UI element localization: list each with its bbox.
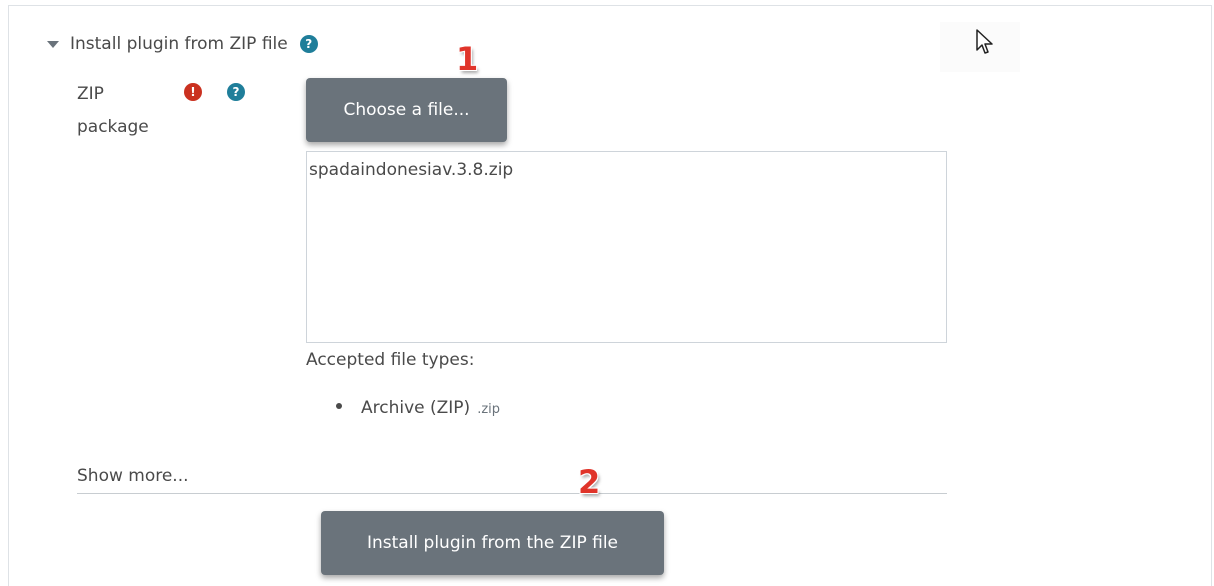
step-1-annotation: 1 <box>456 40 479 78</box>
section-title: Install plugin from ZIP file <box>70 34 288 54</box>
mouse-cursor-icon <box>976 29 993 54</box>
file-type-name: Archive (ZIP) <box>361 398 471 418</box>
selected-file-name[interactable]: spadaindonesiav.3.8.zip <box>309 160 946 180</box>
section-toggle-install-plugin[interactable]: Install plugin from ZIP file ? <box>47 31 318 57</box>
question-circle-icon[interactable]: ? <box>299 35 318 53</box>
accepted-types-label: Accepted file types: <box>306 350 475 370</box>
file-type-extension: .zip <box>477 402 501 417</box>
question-circle-icon[interactable]: ? <box>227 83 245 101</box>
step-2-annotation: 2 <box>578 463 601 501</box>
file-drop-area[interactable]: spadaindonesiav.3.8.zip <box>306 151 947 343</box>
show-more-link[interactable]: Show more... <box>77 466 189 486</box>
accepted-type-item: Archive (ZIP) .zip <box>336 398 500 418</box>
zip-package-label-text: ZIP package <box>77 84 149 137</box>
install-plugin-button[interactable]: Install plugin from the ZIP file <box>321 511 664 575</box>
bullet <box>336 403 342 409</box>
divider <box>77 493 947 494</box>
exclamation-circle-icon[interactable]: ! <box>184 83 202 101</box>
caret-down-icon <box>47 41 59 48</box>
choose-file-button[interactable]: Choose a file... <box>306 78 507 142</box>
zip-package-label: ZIP package <box>77 78 177 144</box>
